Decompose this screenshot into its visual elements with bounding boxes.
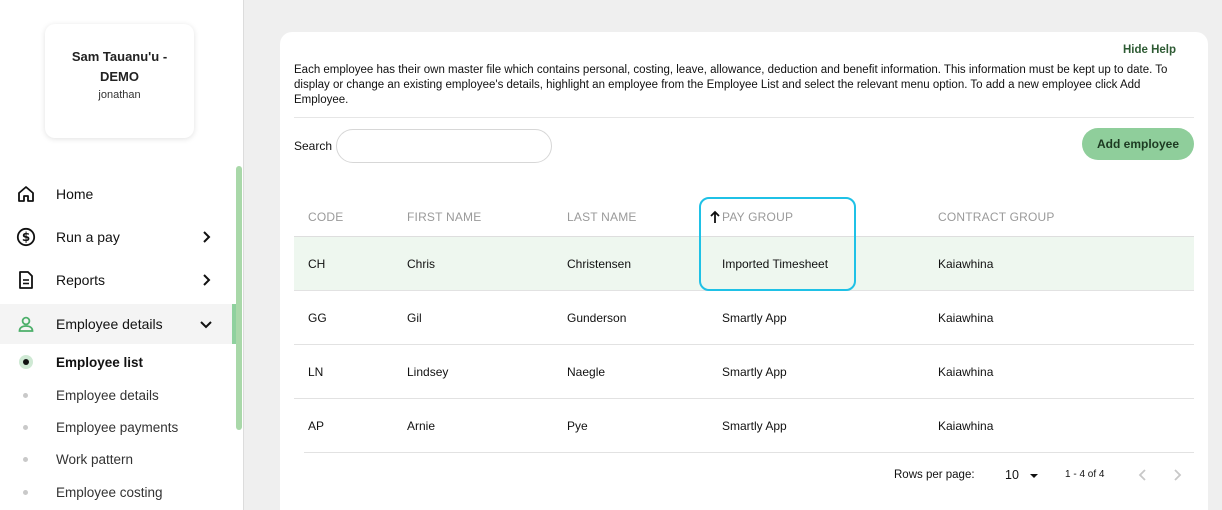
table-row[interactable]: GG Gil Gunderson Smartly App Kaiawhina xyxy=(294,291,1194,345)
bullet-icon xyxy=(23,424,28,430)
cell-contract-group: Kaiawhina xyxy=(938,419,994,433)
add-employee-button[interactable]: Add employee xyxy=(1082,128,1194,160)
svg-text:$: $ xyxy=(22,230,30,244)
employee-list-card: Hide Help Each employee has their own ma… xyxy=(280,32,1208,510)
cell-first-name: Chris xyxy=(407,257,436,271)
column-header-last-name[interactable]: LAST NAME xyxy=(567,210,637,224)
subnav-label: Work pattern xyxy=(56,451,134,467)
dollar-circle-icon: $ xyxy=(16,227,36,247)
cell-first-name: Arnie xyxy=(407,419,436,433)
cell-contract-group: Kaiawhina xyxy=(938,365,994,379)
cell-last-name: Gunderson xyxy=(567,311,627,325)
nav-item-run-a-pay[interactable]: $ Run a pay xyxy=(0,217,236,257)
chevron-right-icon xyxy=(203,231,211,243)
subnav-label: Employee details xyxy=(56,387,159,403)
nav-item-reports[interactable]: Reports xyxy=(0,260,236,300)
subnav-item-employee-costing[interactable]: Employee costing xyxy=(0,479,236,505)
hide-help-link[interactable]: Hide Help xyxy=(1123,44,1176,56)
cell-code: LN xyxy=(308,365,324,379)
cell-pay-group: Smartly App xyxy=(722,311,787,325)
column-header-contract-group[interactable]: CONTRACT GROUP xyxy=(938,210,1055,224)
pagination-range: 1 - 4 of 4 xyxy=(1065,469,1105,480)
rows-per-page-label: Rows per page: xyxy=(894,469,975,481)
user-card[interactable]: Sam Tauanu'u - DEMO jonathan xyxy=(45,24,194,138)
rows-per-page-select[interactable]: 10 xyxy=(1005,468,1019,482)
cell-last-name: Pye xyxy=(567,419,588,433)
caret-down-icon[interactable] xyxy=(1029,472,1039,480)
table-row[interactable]: AP Arnie Pye Smartly App Kaiawhina xyxy=(294,399,1194,453)
selected-dot-icon xyxy=(19,355,33,369)
home-icon xyxy=(16,184,36,204)
nav-item-home[interactable]: Home xyxy=(0,174,236,214)
column-header-code[interactable]: CODE xyxy=(308,210,343,224)
nav-label-run-a-pay: Run a pay xyxy=(56,229,120,245)
nav-label-employee-details: Employee details xyxy=(56,316,163,332)
cell-code: CH xyxy=(308,257,326,271)
nav-item-employee-details[interactable]: Employee details xyxy=(0,304,236,344)
divider xyxy=(294,117,1194,118)
user-name: Sam Tauanu'u - DEMO xyxy=(71,49,168,84)
cell-contract-group: Kaiawhina xyxy=(938,311,994,325)
subnav-item-employee-payments[interactable]: Employee payments xyxy=(0,414,236,440)
bullet-icon xyxy=(23,489,28,495)
user-login: jonathan xyxy=(98,89,141,101)
cell-code: GG xyxy=(308,311,327,325)
bullet-icon xyxy=(23,456,28,462)
cell-first-name: Lindsey xyxy=(407,365,449,379)
search-label: Search xyxy=(294,139,333,153)
person-icon xyxy=(16,314,36,334)
search-input[interactable] xyxy=(336,129,552,163)
subnav-label: Employee costing xyxy=(56,484,163,500)
nav-label-home: Home xyxy=(56,186,94,202)
subnav-label: Employee payments xyxy=(56,419,179,435)
subnav-item-employee-details[interactable]: Employee details xyxy=(0,382,236,408)
chevron-right-icon xyxy=(203,274,211,286)
help-text: Each employee has their own master file … xyxy=(294,64,1168,106)
bullet-icon xyxy=(23,392,28,398)
cell-pay-group: Smartly App xyxy=(722,365,787,379)
cell-code: AP xyxy=(308,419,325,433)
previous-page-icon[interactable] xyxy=(1136,467,1150,483)
cell-last-name: Naegle xyxy=(567,365,606,379)
next-page-icon[interactable] xyxy=(1170,467,1184,483)
subnav-item-work-pattern[interactable]: Work pattern xyxy=(0,446,236,472)
sidebar-scrollbar[interactable] xyxy=(236,166,242,430)
table-row[interactable]: LN Lindsey Naegle Smartly App Kaiawhina xyxy=(294,345,1194,399)
subnav-item-employee-list[interactable]: Employee list xyxy=(0,349,236,375)
footer-divider xyxy=(304,452,1194,453)
document-icon xyxy=(16,270,36,290)
column-header-first-name[interactable]: FIRST NAME xyxy=(407,210,481,224)
cell-pay-group: Smartly App xyxy=(722,419,787,433)
nav-label-reports: Reports xyxy=(56,272,106,288)
cell-first-name: Gil xyxy=(407,311,422,325)
subnav-label: Employee list xyxy=(56,354,144,370)
cell-contract-group: Kaiawhina xyxy=(938,257,994,271)
sidebar: Sam Tauanu'u - DEMO jonathan Home $ Run … xyxy=(0,0,244,510)
cell-last-name: Christensen xyxy=(567,257,632,271)
pay-group-highlight-box xyxy=(699,197,856,291)
chevron-down-icon xyxy=(200,321,212,329)
